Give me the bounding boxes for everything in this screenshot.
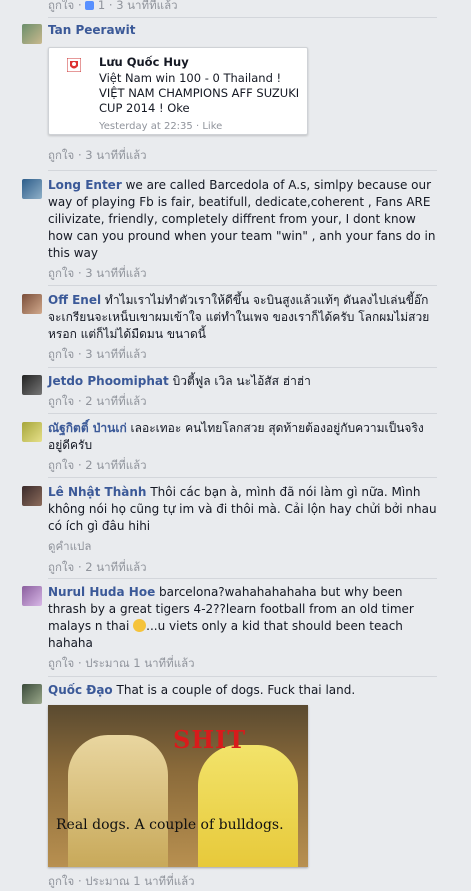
divider: [48, 285, 437, 286]
comment-author[interactable]: ณัฐกิตติ์ ป่านเก่: [48, 421, 127, 435]
comment-meta: ถูกใจ · 2 นาทีที่แล้ว: [48, 559, 438, 577]
avatar[interactable]: [22, 486, 42, 506]
like-link[interactable]: ถูกใจ: [48, 458, 74, 472]
comment-time[interactable]: 2 นาทีที่แล้ว: [85, 458, 146, 472]
card-text: Việt Nam win 100 - 0 Thailand ! VIỆT NAM…: [99, 71, 300, 115]
comment-time[interactable]: 3 นาทีที่แล้ว: [85, 347, 146, 361]
like-link[interactable]: ถูกใจ: [48, 874, 74, 888]
comment-time[interactable]: 3 นาทีที่แล้ว: [85, 266, 146, 280]
comment-time[interactable]: ประมาณ 1 นาทีที่แล้ว: [85, 656, 194, 670]
comment-time[interactable]: ประมาณ 1 นาทีที่แล้ว: [85, 874, 194, 888]
like-link[interactable]: ถูกใจ: [48, 0, 74, 12]
comment-meta: ถูกใจ · 2 นาทีที่แล้ว: [48, 457, 438, 475]
comment-author[interactable]: Lê Nhật Thành: [48, 485, 146, 499]
comment-text: บิวตี้ฟูล เวิล นะไอ้สัส ฮ่าฮ่า: [172, 374, 311, 388]
photo-figure-left: [68, 735, 168, 867]
card-time[interactable]: Yesterday at 22:35: [99, 121, 193, 132]
smile-emoji-icon: [133, 619, 147, 632]
meta-separator: ·: [77, 874, 82, 888]
meta-separator: ·: [77, 347, 82, 361]
comment-time[interactable]: 2 นาทีที่แล้ว: [85, 394, 146, 408]
divider: [48, 578, 437, 579]
meta-separator: ·: [195, 121, 200, 132]
comment-author[interactable]: Long Enter: [48, 178, 122, 192]
comment-author[interactable]: Nurul Huda Hoe: [48, 585, 155, 599]
comment-time[interactable]: 2 นาทีที่แล้ว: [85, 560, 146, 574]
meta-separator: ·: [108, 0, 113, 12]
comment-meta: ถูกใจ · 2 นาทีที่แล้ว: [48, 393, 438, 411]
like-link[interactable]: ถูกใจ: [48, 394, 74, 408]
comment-time[interactable]: 3 นาทีที่แล้ว: [116, 0, 177, 12]
comment-text: ทำไมเราไม่ทำตัวเราให้ดีขึ้น จะบินสูงแล้ว…: [48, 293, 430, 341]
like-link[interactable]: ถูกใจ: [48, 148, 74, 162]
comment-meta: ถูกใจ · 3 นาทีที่แล้ว: [48, 147, 438, 165]
card-like-link[interactable]: Like: [202, 121, 222, 132]
comment-photo[interactable]: SHIT Real dogs. A couple of bulldogs.: [48, 705, 308, 867]
meta-separator: ·: [77, 656, 82, 670]
meta-separator: ·: [77, 560, 82, 574]
comment-author[interactable]: Tan Peerawit: [48, 23, 135, 37]
top-comment-meta: ถูกใจ · 1 · 3 นาทีที่แล้ว: [48, 0, 178, 15]
avatar[interactable]: [22, 375, 42, 395]
divider: [48, 367, 437, 368]
avatar[interactable]: [22, 294, 42, 314]
divider: [48, 477, 437, 478]
card-meta: Yesterday at 22:35 · Like: [99, 121, 222, 132]
divider: [48, 413, 437, 414]
shared-comment-card[interactable]: Lưu Quốc Huy Việt Nam win 100 - 0 Thaila…: [48, 47, 308, 135]
like-link[interactable]: ถูกใจ: [48, 347, 74, 361]
meta-separator: ·: [77, 394, 82, 408]
see-translation-link[interactable]: ดูคำแปล: [48, 538, 438, 556]
comment-author[interactable]: Quốc Đạo: [48, 683, 113, 697]
comment-meta: ถูกใจ · ประมาณ 1 นาทีที่แล้ว: [48, 655, 438, 673]
avatar[interactable]: [22, 179, 42, 199]
like-link[interactable]: ถูกใจ: [48, 266, 74, 280]
divider: [48, 170, 437, 171]
avatar[interactable]: [22, 24, 42, 44]
meta-separator: ·: [77, 148, 82, 162]
card-author[interactable]: Lưu Quốc Huy: [99, 55, 189, 69]
photo-caption-top: SHIT: [173, 725, 247, 754]
comment-author[interactable]: Off Enel: [48, 293, 101, 307]
divider: [48, 676, 437, 677]
meta-separator: ·: [77, 458, 82, 472]
divider: [48, 17, 437, 18]
comment-author[interactable]: Jetdo Phoomiphat: [48, 374, 169, 388]
meta-separator: ·: [77, 266, 82, 280]
like-link[interactable]: ถูกใจ: [48, 656, 74, 670]
avatar[interactable]: [22, 684, 42, 704]
photo-figure-right: [198, 745, 298, 867]
like-count[interactable]: 1: [98, 0, 105, 12]
comment-meta: ถูกใจ · 3 นาทีที่แล้ว: [48, 265, 438, 283]
meta-separator: ·: [77, 0, 82, 12]
comment-meta: ถูกใจ · 3 นาทีที่แล้ว: [48, 346, 438, 364]
avatar[interactable]: [22, 422, 42, 442]
comment-meta: ถูกใจ · ประมาณ 1 นาทีที่แล้ว: [48, 873, 438, 891]
thumb-up-icon: [85, 1, 95, 10]
comment-time[interactable]: 3 นาทีที่แล้ว: [85, 148, 146, 162]
comment-text: That is a couple of dogs. Fuck thai land…: [116, 683, 356, 697]
like-link[interactable]: ถูกใจ: [48, 560, 74, 574]
photo-caption-bottom: Real dogs. A couple of bulldogs.: [56, 817, 284, 833]
avatar[interactable]: [22, 586, 42, 606]
shield-logo-icon: [66, 57, 82, 73]
